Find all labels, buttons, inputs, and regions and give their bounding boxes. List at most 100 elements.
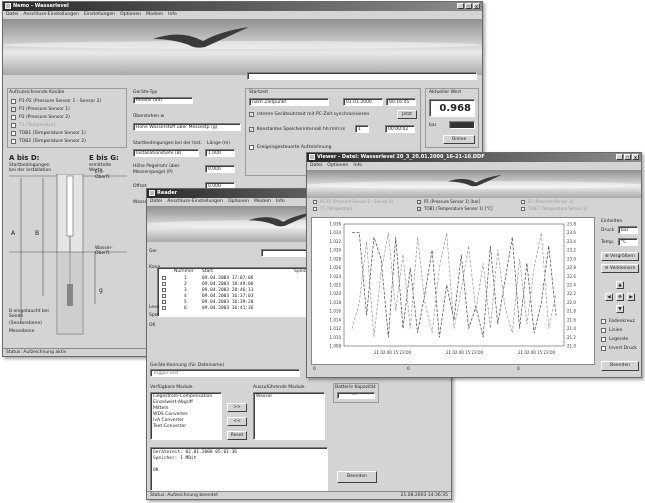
option-checkbox[interactable] bbox=[601, 346, 606, 351]
unit-select[interactable] bbox=[449, 121, 475, 129]
online-button[interactable]: Online bbox=[443, 135, 475, 144]
pan-up-icon[interactable]: ▲ bbox=[616, 281, 624, 289]
row-checkbox[interactable] bbox=[162, 300, 166, 304]
height-field[interactable]: 0.000 bbox=[205, 165, 235, 173]
druck-select[interactable]: bar bbox=[618, 226, 638, 234]
reader-menu-anschluss[interactable]: Anschluss-Einstellungen bbox=[167, 198, 223, 206]
row-checkbox[interactable] bbox=[162, 306, 166, 310]
modules-list[interactable]: Liegestrom-Compensation Einzelwert-Abgrif… bbox=[150, 392, 222, 440]
viewer-close-icon[interactable]: × bbox=[632, 154, 639, 160]
reader-menu-datei[interactable]: Datei bbox=[150, 198, 162, 206]
bottom-tick-0: 0 bbox=[313, 367, 316, 372]
y-tick-left: 1.020 bbox=[330, 291, 342, 296]
channel-checkbox[interactable] bbox=[11, 139, 16, 144]
log-area[interactable]: Gerätezeit: 02.01.2000 05:01:36 Speicher:… bbox=[150, 447, 328, 491]
option-label: Legende bbox=[609, 337, 629, 342]
channel-checkbox[interactable]: ✓ bbox=[11, 107, 16, 112]
interval-count[interactable]: 1 bbox=[355, 125, 369, 133]
close-icon[interactable]: × bbox=[473, 3, 480, 9]
channel-checkbox[interactable] bbox=[11, 115, 16, 120]
viewer-menu-info[interactable]: Info bbox=[353, 162, 362, 170]
series-checkbox[interactable]: ✓ bbox=[417, 200, 421, 205]
option-checkbox[interactable] bbox=[601, 328, 606, 333]
viewer-maximize-icon[interactable]: □ bbox=[624, 154, 631, 160]
reader-menu-modem[interactable]: Modem bbox=[254, 198, 271, 206]
row-checkbox[interactable] bbox=[162, 282, 166, 286]
interval-checkbox[interactable]: ✓ bbox=[249, 127, 254, 132]
reader-menu-info[interactable]: Info bbox=[276, 198, 285, 206]
series-checkbox[interactable] bbox=[313, 200, 317, 204]
option-checkbox[interactable] bbox=[601, 337, 606, 342]
exec-list[interactable]: Wasser bbox=[253, 392, 325, 440]
reset-button[interactable]: Reset bbox=[227, 431, 247, 440]
row-checkbox[interactable] bbox=[162, 294, 166, 298]
series-label: T1 (Temperatur) bbox=[320, 206, 353, 211]
sync-checkbox[interactable]: ✓ bbox=[249, 112, 254, 117]
module-item[interactable]: IvA Converter bbox=[153, 418, 184, 423]
module-item[interactable]: Text-Converter bbox=[153, 424, 186, 429]
pan-right-icon[interactable]: ▶ bbox=[627, 293, 635, 301]
reader-close-button[interactable]: Beenden bbox=[337, 471, 377, 483]
main-titlebar[interactable]: Nemo - Wasserlevel _ □ × bbox=[3, 2, 482, 11]
pan-center-icon[interactable]: ✥ bbox=[616, 293, 624, 301]
time-field[interactable]: 00:16:45 bbox=[386, 98, 416, 106]
interval-field[interactable]: 00:00:02 bbox=[385, 125, 415, 133]
header-start[interactable]: Start bbox=[202, 269, 213, 274]
series-checkbox[interactable] bbox=[313, 207, 317, 211]
date-field[interactable]: 01.01.2000 bbox=[343, 98, 383, 106]
reader-side-ok: OK bbox=[149, 323, 156, 328]
header-nummer[interactable]: Nummer bbox=[174, 269, 194, 274]
channel-checkbox[interactable] bbox=[11, 99, 16, 104]
viewer-menu-datei[interactable]: Datei bbox=[310, 162, 322, 170]
row-number: 5 bbox=[184, 300, 187, 305]
row-number: 4 bbox=[184, 294, 187, 299]
device-type-select[interactable]: Relativ (aS) bbox=[133, 97, 193, 104]
zoom-out-button[interactable]: ⊖ Verkleinern bbox=[601, 264, 639, 273]
pan-left-icon[interactable]: ◀ bbox=[605, 293, 613, 301]
diagram-a-label: A bis D: bbox=[9, 154, 40, 162]
zoom-in-button[interactable]: ⊕ Vergrößern bbox=[601, 252, 639, 261]
reference-select[interactable]: Höhe Wasserstoff über Messestp (g) bbox=[133, 123, 241, 131]
row-checkbox[interactable] bbox=[162, 276, 166, 280]
remove-module-button[interactable]: << bbox=[227, 417, 247, 426]
menu-datei[interactable]: Datei bbox=[6, 11, 18, 19]
series-checkbox[interactable]: ✓ bbox=[417, 207, 421, 212]
module-item[interactable]: Liegestrom-Compensation bbox=[153, 394, 212, 399]
add-module-button[interactable]: >> bbox=[227, 403, 247, 412]
device-name-field[interactable]: Trigger-Test bbox=[150, 369, 300, 377]
minimize-icon[interactable]: _ bbox=[457, 3, 464, 9]
channel-checkbox[interactable] bbox=[11, 131, 16, 136]
module-item[interactable]: Mitteln bbox=[153, 406, 169, 411]
menu-info[interactable]: Info bbox=[168, 11, 177, 19]
temp-select[interactable]: °C bbox=[618, 238, 638, 246]
y-tick-right: 22.2 bbox=[567, 291, 576, 296]
y-tick-right: 22.8 bbox=[567, 265, 576, 270]
y-tick-left: 1.030 bbox=[330, 248, 342, 253]
viewer-close-button[interactable]: Beenden bbox=[601, 361, 639, 371]
channel-checkbox[interactable] bbox=[11, 123, 16, 128]
start-select[interactable]: nach Zeitpunkt bbox=[249, 98, 329, 106]
series-checkbox[interactable] bbox=[521, 200, 525, 204]
menu-anschluss[interactable]: Anschluss-Einstellungen bbox=[23, 11, 79, 19]
menu-optionen[interactable]: Optionen bbox=[120, 11, 141, 19]
viewer-minimize-icon[interactable]: _ bbox=[616, 154, 623, 160]
install-select[interactable]: Installationstiefe (B) bbox=[133, 149, 199, 157]
viewer-menu-optionen[interactable]: Optionen bbox=[327, 162, 348, 170]
exec-item[interactable]: Wasser bbox=[256, 394, 272, 399]
module-item[interactable]: Einzelwert-Abgriff bbox=[153, 400, 193, 405]
pan-down-icon[interactable]: ▼ bbox=[616, 305, 624, 313]
reader-menu-optionen[interactable]: Optionen bbox=[228, 198, 249, 206]
series-checkbox[interactable] bbox=[521, 207, 525, 211]
event-checkbox[interactable] bbox=[249, 145, 254, 150]
pan-control[interactable]: ▲ ◀ ✥ ▶ ▼ bbox=[605, 281, 635, 313]
option-checkbox[interactable] bbox=[601, 319, 606, 324]
row-number: 3 bbox=[184, 288, 187, 293]
module-item[interactable]: WDS Converter bbox=[153, 412, 188, 417]
install-field[interactable]: 1.000 bbox=[205, 149, 235, 157]
row-checkbox[interactable] bbox=[162, 288, 166, 292]
now-button[interactable]: Jetzt bbox=[397, 110, 417, 119]
menu-einstellungen[interactable]: Einstellungen bbox=[84, 11, 115, 19]
menu-modem[interactable]: Modem bbox=[146, 11, 163, 19]
maximize-icon[interactable]: □ bbox=[465, 3, 472, 9]
viewer-titlebar[interactable]: Viewer - Datei: Wasserlevel 20_3_20.01.2… bbox=[307, 153, 641, 162]
